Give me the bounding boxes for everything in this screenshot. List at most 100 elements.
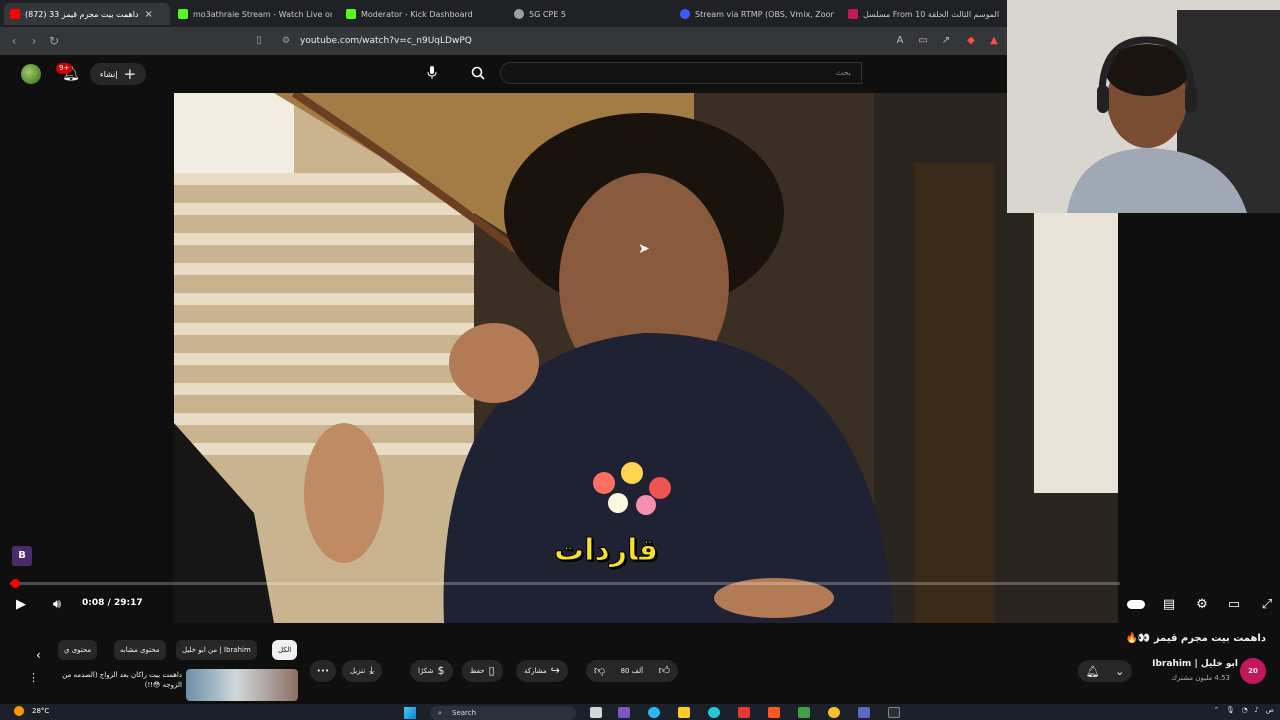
search-icon[interactable]: [464, 61, 492, 85]
browser-tab-kick-stream[interactable]: mo3athraie Stream - Watch Live on K: [172, 3, 332, 25]
channel-watermark[interactable]: B: [12, 546, 32, 566]
browser-tab-5g-cpe[interactable]: 5G CPE 5: [508, 3, 668, 25]
chip-similar[interactable]: محتوى مشابه: [114, 640, 166, 660]
restream-icon: [680, 9, 690, 19]
weather-widget[interactable]: 28°C: [14, 706, 49, 716]
autoplay-toggle[interactable]: [1127, 596, 1145, 614]
chip-partial[interactable]: محتوى ي: [58, 640, 98, 660]
chevron-down-icon: ⌄: [1115, 664, 1125, 678]
action-bar: ••• تنزيل ⤓ شكرًا $ حفظ ▯ مشاركة ↪ 👎︎ 80…: [310, 660, 690, 684]
subscribed-bell-button[interactable]: 🔔︎ ⌄: [1078, 660, 1132, 682]
theater-mode-icon[interactable]: ▭: [1225, 596, 1243, 614]
browser-tab-kick-dashboard[interactable]: Moderator - Kick Dashboard: [340, 3, 500, 25]
channel-name[interactable]: ابو خليل | Ibrahim: [1152, 659, 1238, 669]
tab-title: mo3athraie Stream - Watch Live on K: [193, 9, 332, 19]
create-button[interactable]: إنشاء +: [90, 63, 146, 85]
tab-title: Moderator - Kick Dashboard: [361, 9, 473, 19]
share-icon[interactable]: ↗: [939, 34, 953, 48]
save-icon: ▯: [488, 664, 495, 677]
browser-tab-youtube[interactable]: (872) داهمت بيت مجرم قيمز 33 ×: [4, 3, 170, 25]
tab-title: مسلسل From الموسم الثالث الحلقة 10: [863, 9, 1000, 19]
chip-from-channel[interactable]: من ابو خليل | Ibrahim: [176, 640, 257, 660]
mic-icon[interactable]: 🎙︎: [1226, 706, 1235, 714]
volume-icon[interactable]: 🔊︎: [48, 596, 66, 614]
close-icon[interactable]: ×: [145, 9, 153, 20]
browser-toolbar: ‹ › ↻ ▯ ⚙ youtube.com/watch?v=c_n9UqLDwP…: [0, 27, 1007, 55]
rewards-icon[interactable]: ▲: [987, 34, 1001, 48]
browser-tab-restream[interactable]: Stream via RTMP (OBS, Vmix, Zoom): [674, 3, 834, 25]
more-vert-icon[interactable]: ⋮: [28, 671, 39, 684]
progress-bar[interactable]: [10, 582, 1120, 585]
translate-icon[interactable]: A: [893, 34, 907, 48]
settings-gear-icon[interactable]: ⚙: [1193, 596, 1211, 614]
brave-shield-icon[interactable]: ◆: [964, 34, 978, 48]
windows-start-icon[interactable]: [404, 707, 416, 719]
back-icon[interactable]: ‹: [6, 33, 22, 49]
dislike-icon[interactable]: 👎︎: [594, 660, 605, 682]
plus-icon: +: [123, 64, 137, 83]
filter-chips: محتوى ي محتوى مشابه من ابو خليل | Ibrahi…: [0, 638, 310, 662]
obs-icon[interactable]: [888, 707, 900, 718]
tab-title: (872) داهمت بيت مجرم قيمز 33: [25, 9, 139, 19]
save-label: حفظ: [470, 667, 485, 675]
cast-icon[interactable]: ▭: [916, 34, 930, 48]
video-title: داهمت بيت مجرم قيمز 👀🔥: [1125, 633, 1266, 644]
recommended-video[interactable]: ⋮ داهمت بيت راكان بعد الزواج (الصدمه من …: [28, 667, 300, 701]
channel-avatar[interactable]: 20: [1240, 658, 1266, 684]
video-player[interactable]: قاردات ➤: [174, 93, 1118, 623]
account-avatar[interactable]: [21, 64, 41, 84]
reload-icon[interactable]: ↻: [46, 33, 62, 49]
chrome-icon[interactable]: [828, 707, 840, 718]
like-icon[interactable]: 👍︎: [658, 660, 670, 682]
temperature: 28°C: [32, 707, 50, 715]
download-button[interactable]: تنزيل ⤓: [342, 660, 383, 682]
recommended-thumbnail[interactable]: [186, 669, 298, 701]
xbox-icon[interactable]: [798, 707, 810, 718]
chevron-up-icon[interactable]: ⌃: [1213, 706, 1219, 714]
thanks-button[interactable]: شكرًا $: [410, 660, 453, 682]
taskbar-search[interactable]: ⌕ Search: [430, 706, 576, 720]
scrubber-handle[interactable]: [11, 579, 21, 588]
webcam-overlay: [1007, 0, 1280, 213]
windows-taskbar: 28°C ⌕ Search ⌃ 🎙︎ ◔ ♪ ص: [0, 704, 1280, 720]
notifications-badge: 9+: [56, 63, 73, 74]
more-icon: •••: [316, 667, 330, 675]
system-tray[interactable]: ⌃ 🎙︎ ◔ ♪ ص: [1213, 706, 1274, 714]
volume-tray-icon[interactable]: ♪: [1254, 706, 1258, 714]
search-input[interactable]: بحث: [500, 62, 1019, 84]
play-icon[interactable]: ▶: [12, 596, 30, 614]
wifi-icon[interactable]: ◔: [1242, 706, 1248, 714]
create-label: إنشاء: [99, 69, 118, 79]
tab-title: Stream via RTMP (OBS, Vmix, Zoom): [695, 9, 834, 19]
time-display: 0:08 / 29:17: [82, 598, 143, 608]
bell-icon: 🔔︎: [1085, 664, 1100, 678]
app-icon[interactable]: [738, 707, 750, 718]
video-caption: قاردات: [553, 533, 659, 569]
browser-icon[interactable]: [708, 707, 720, 718]
film-icon: [848, 9, 858, 19]
share-button[interactable]: مشاركة ↪: [516, 660, 568, 682]
discord-icon[interactable]: [858, 707, 870, 718]
chip-all[interactable]: الكل: [272, 640, 298, 660]
forward-icon[interactable]: ›: [26, 33, 42, 49]
save-button[interactable]: حفظ ▯: [462, 660, 503, 682]
teams-icon[interactable]: [618, 707, 630, 718]
edge-icon[interactable]: [648, 707, 660, 718]
more-actions-button[interactable]: •••: [310, 660, 336, 682]
brave-icon[interactable]: [768, 707, 780, 718]
share-arrow-icon: ↪: [550, 664, 560, 677]
subtitles-icon[interactable]: ▤: [1160, 596, 1178, 614]
browser-tab-series[interactable]: مسلسل From الموسم الثالث الحلقة 10: [842, 3, 1004, 25]
task-view-icon[interactable]: [590, 707, 602, 718]
like-dislike-group: 👎︎ 80 ألف 👍︎: [586, 660, 678, 682]
mouse-cursor-icon: ➤: [638, 241, 650, 257]
file-explorer-icon[interactable]: [678, 707, 690, 718]
voice-search-icon[interactable]: [420, 61, 444, 85]
recommended-video-title[interactable]: داهمت بيت راكان بعد الزواج (الصدمه من ال…: [50, 670, 182, 690]
bookmark-icon[interactable]: ▯: [251, 33, 267, 49]
subscriber-count: 4.53 مليون مشترك: [1171, 674, 1230, 682]
thanks-icon: $: [437, 664, 445, 677]
tab-title: 5G CPE 5: [529, 9, 566, 19]
site-info-icon[interactable]: ⚙: [282, 31, 290, 51]
fullscreen-icon[interactable]: ⤢: [1258, 596, 1276, 614]
